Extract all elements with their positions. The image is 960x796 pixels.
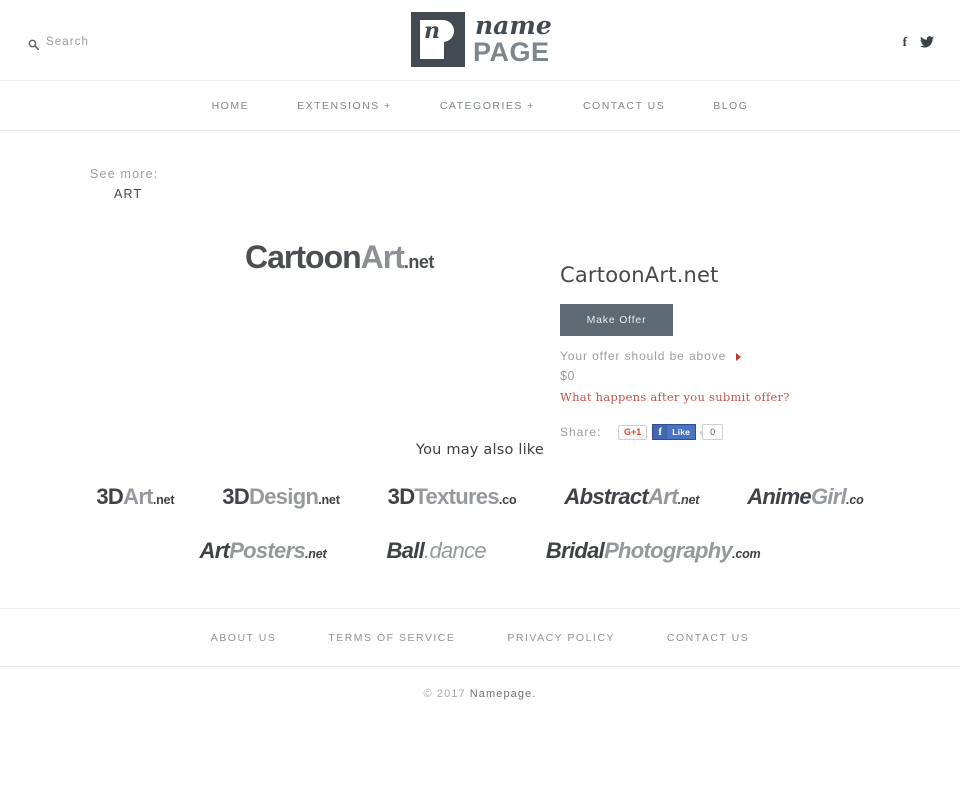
related-domain-tld: .co — [846, 493, 864, 507]
share-row: Share: G+1 f Like 0 — [560, 424, 900, 440]
logo-mark-icon: n — [411, 12, 465, 67]
logo-mark-letter: n — [424, 18, 440, 44]
domain-detail-section: CartoonArt.net CartoonArt.net Make Offer… — [0, 204, 960, 440]
site-logo[interactable]: n name PAGE — [411, 12, 552, 67]
related-domain-bridalphotography[interactable]: BridalPhotography.com — [546, 538, 761, 564]
copyright-year: © 2017 — [423, 687, 466, 700]
hero-logo-tld: .net — [403, 252, 435, 272]
footer-link-contact-us[interactable]: CONTACT US — [641, 632, 775, 644]
related-domain-tld: .net — [677, 493, 700, 507]
related-domain-part-b: Design — [249, 484, 319, 509]
offer-minimum-row: Your offer should be above — [560, 349, 760, 364]
offer-panel: CartoonArt.net Make Offer Your offer sho… — [560, 262, 900, 440]
also-like-logos: 3DArt.net 3DDesign.net 3DTextures.co Abs… — [0, 484, 960, 564]
site-header: Search n name PAGE f — [0, 0, 960, 81]
related-domain-part-a: Bridal — [545, 538, 605, 563]
related-domain-abstractart[interactable]: AbstractArt.net — [564, 484, 699, 510]
nav-item-categories[interactable]: CATEGORIES + — [416, 100, 559, 112]
logo-page-text: PAGE — [473, 37, 550, 67]
see-more-section: See more: ART — [0, 131, 960, 204]
related-domain-part-a: Art — [199, 538, 230, 563]
see-more-label: See more: — [90, 167, 159, 181]
search-icon — [28, 37, 40, 50]
related-domain-part-b: Photography — [604, 538, 733, 563]
also-like-title: You may also like — [415, 442, 544, 458]
logo-wordmark: name PAGE — [473, 12, 552, 66]
offer-minimum-amount: $0 — [560, 369, 576, 383]
related-domain-ball-dance[interactable]: Ball.dance — [386, 538, 487, 564]
related-domain-part-a: Ball — [386, 538, 425, 563]
hero-logo-part-a: Cartoon — [245, 239, 362, 275]
footer-link-about-us[interactable]: ABOUT US — [185, 632, 302, 644]
main-navigation: HOME EXTENSIONS + CATEGORIES + CONTACT U… — [0, 81, 960, 131]
facebook-like-label: Like — [667, 424, 697, 440]
make-offer-button[interactable]: Make Offer — [560, 304, 673, 336]
related-domain-part-b: Art — [123, 484, 153, 509]
related-domain-3dtextures[interactable]: 3DTextures.co — [388, 484, 517, 510]
also-like-row: 3DArt.net 3DDesign.net 3DTextures.co Abs… — [0, 484, 960, 510]
related-domain-tld: .net — [152, 493, 175, 507]
nav-item-contact-us[interactable]: CONTACT US — [559, 100, 689, 112]
related-domain-animegirl[interactable]: AnimeGirl.co — [747, 484, 864, 510]
facebook-f-icon: f — [652, 424, 668, 440]
offer-minimum-label: Your offer should be above — [560, 349, 727, 363]
google-plus-one-button[interactable]: G+1 — [618, 424, 648, 440]
arrow-right-icon — [736, 352, 742, 361]
footer-link-privacy-policy[interactable]: PRIVACY POLICY — [481, 632, 641, 644]
search-label: Search — [46, 36, 90, 48]
related-domain-part-a: 3D — [222, 484, 250, 509]
related-domain-artposters[interactable]: ArtPosters.net — [200, 538, 327, 564]
related-domain-tld: .co — [498, 493, 517, 507]
related-domain-part-a: 3D — [96, 484, 124, 509]
facebook-like-count: 0 — [699, 424, 724, 440]
related-domain-part-b: Posters — [229, 538, 306, 563]
related-domain-tld: .net — [305, 547, 327, 561]
related-domain-tld: .net — [318, 493, 340, 507]
footer-link-terms-of-service[interactable]: TERMS OF SERVICE — [302, 632, 481, 644]
related-domain-part-a: Abstract — [564, 484, 649, 509]
nav-item-extensions[interactable]: EXTENSIONS + — [273, 100, 416, 112]
footer-copyright: © 2017 Namepage. — [0, 666, 960, 720]
related-domain-part-b: Girl — [810, 484, 847, 509]
twitter-icon[interactable] — [920, 36, 934, 48]
copyright-brand: Namepage. — [469, 687, 537, 700]
related-domain-3ddesign[interactable]: 3DDesign.net — [222, 484, 340, 510]
related-domain-part-b: Art — [648, 484, 678, 509]
related-domain-part-a: 3D — [387, 484, 415, 509]
nav-item-home[interactable]: HOME — [188, 100, 274, 112]
what-happens-link[interactable]: What happens after you submit offer? — [560, 390, 900, 405]
page-title: CartoonArt.net — [560, 263, 719, 287]
hero-logo-part-b: Art — [360, 239, 405, 275]
nav-item-blog[interactable]: BLOG — [689, 100, 772, 112]
share-label: Share: — [560, 425, 602, 439]
related-domain-part-b: .dance — [424, 538, 487, 563]
related-domain-part-b: Textures — [414, 484, 499, 509]
social-links: f — [903, 35, 934, 48]
related-domain-tld: .com — [732, 547, 761, 561]
see-more-category-link[interactable]: ART — [90, 184, 960, 204]
related-domain-3dart[interactable]: 3DArt.net — [96, 484, 174, 510]
domain-hero-logo: CartoonArt.net — [245, 239, 434, 276]
related-domain-part-a: Anime — [747, 484, 811, 509]
logo-name-text: name — [475, 11, 552, 40]
also-like-row: ArtPosters.net Ball.dance BridalPhotogra… — [0, 538, 960, 564]
search-button[interactable]: Search — [28, 36, 90, 50]
facebook-like-button[interactable]: f Like — [652, 424, 697, 440]
footer-navigation: ABOUT US TERMS OF SERVICE PRIVACY POLICY… — [0, 609, 960, 666]
